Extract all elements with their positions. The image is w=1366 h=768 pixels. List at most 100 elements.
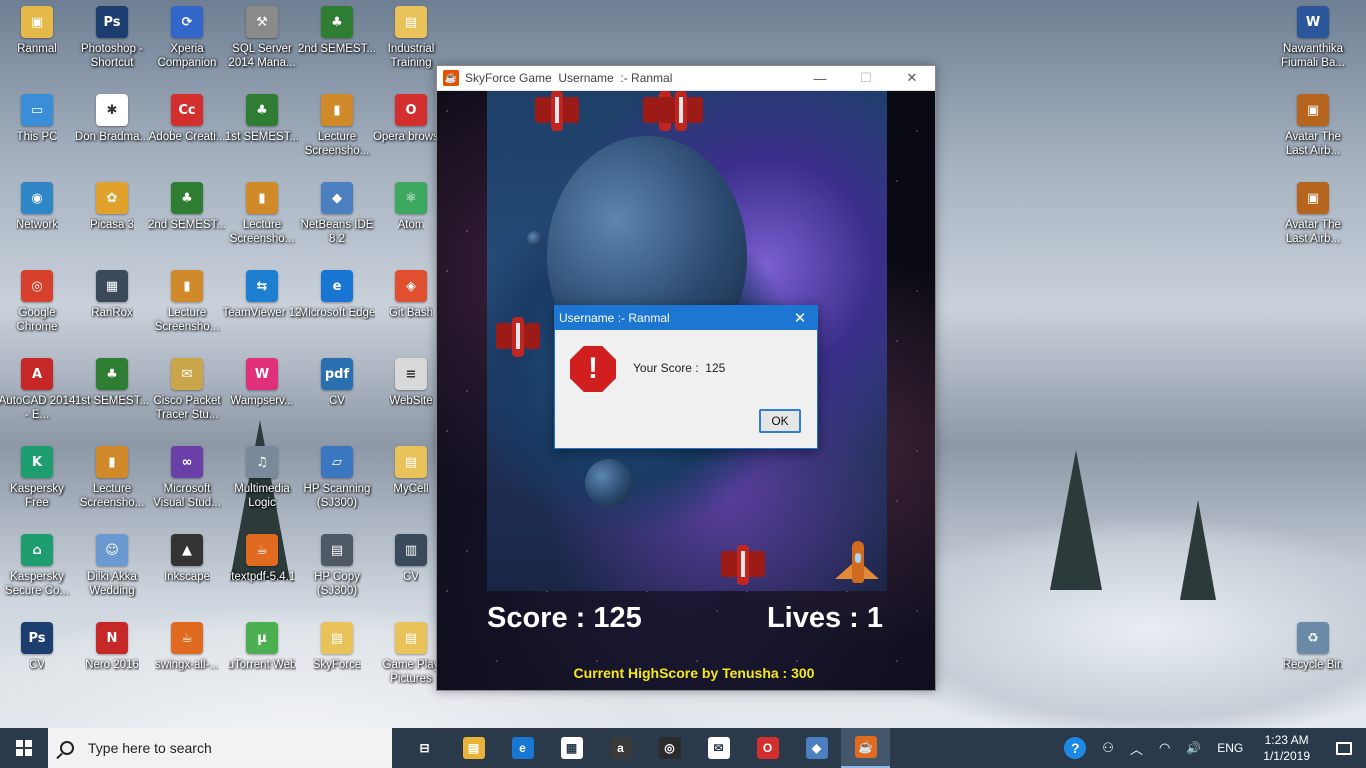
desktop-icon[interactable]: A AutoCAD 2014 - E... xyxy=(0,358,77,440)
desktop-icon[interactable]: ♣ 1st SEMEST... xyxy=(222,94,302,176)
atom-icon: ⚛ xyxy=(395,182,427,214)
desktop-icon[interactable]: ∞ Microsoft Visual Stud... xyxy=(147,446,227,528)
desktop-icon[interactable]: ▣ Avatar The Last Airb... xyxy=(1273,94,1353,176)
desktop-icon[interactable]: ▣ Ranmal xyxy=(0,6,77,88)
taskbar-app-netbeans[interactable]: ◆ xyxy=(792,728,841,768)
desktop-icon[interactable]: ☺ Dilki Akka Wedding xyxy=(72,534,152,616)
desktop-icon[interactable]: ✉ Cisco Packet Tracer Stu... xyxy=(147,358,227,440)
desktop-icon[interactable]: ▱ HP Scanning (SJ300) xyxy=(297,446,377,528)
desktop-icon[interactable]: ♫ Multimedia Logic xyxy=(222,446,302,528)
desktop-icon-label: Kaspersky Free xyxy=(10,483,64,509)
taskbar-app-opera[interactable]: O xyxy=(743,728,792,768)
desktop-icon[interactable]: ☕ itextpdf-5.4.1 xyxy=(222,534,302,616)
desktop-icon-label: Avatar The Last Airb... xyxy=(1285,131,1341,157)
lives-label: Lives : 1 xyxy=(766,602,883,634)
task-view-icon: ⊟ xyxy=(413,737,436,759)
document-icon: ≡ xyxy=(395,358,427,390)
desktop-icon[interactable]: W Wampserv... xyxy=(222,358,302,440)
desktop-icon-label: HP Scanning (SJ300) xyxy=(303,483,371,509)
desktop-icon-label: Adobe Creati... xyxy=(148,131,226,143)
desktop-icon[interactable]: ♣ 2nd SEMEST... xyxy=(147,182,227,264)
opera-icon: O xyxy=(756,737,779,759)
desktop-icon-label: Avatar The Last Airb... xyxy=(1285,219,1341,245)
language-indicator[interactable]: ENG xyxy=(1209,741,1251,755)
folder-icon: ▤ xyxy=(395,446,427,478)
wallpaper-tree xyxy=(1050,450,1102,590)
desktop-icon[interactable]: ▦ RanRox xyxy=(72,270,152,352)
desktop-icon-label: Kaspersky Secure Co... xyxy=(5,571,69,597)
desktop-icon[interactable]: N Nero 2016 xyxy=(72,622,152,704)
desktop-icon[interactable]: W Nawanthika Fiumali Ba... xyxy=(1273,6,1353,88)
taskbar-app-file-explorer[interactable]: ▤ xyxy=(449,728,498,768)
taskbar-app-store[interactable]: ▦ xyxy=(547,728,596,768)
netbeans-icon: ◆ xyxy=(321,182,353,214)
desktop-icon[interactable]: ▣ Avatar The Last Airb... xyxy=(1273,182,1353,264)
taskbar-app-tripadvisor[interactable]: ◎ xyxy=(645,728,694,768)
desktop-icon[interactable]: ♣ 1st SEMEST... xyxy=(72,358,152,440)
desktop-icon[interactable]: Cc Adobe Creati... xyxy=(147,94,227,176)
chevron-up-icon[interactable]: ︿ xyxy=(1122,739,1151,758)
desktop-icon[interactable]: ◆ NetBeans IDE 8.2 xyxy=(297,182,377,264)
desktop-icon[interactable]: µ uTorrent Web xyxy=(222,622,302,704)
desktop-icon[interactable]: pdf CV xyxy=(297,358,377,440)
desktop-icon[interactable]: e Microsoft Edge xyxy=(297,270,377,352)
kaspersky-icon: K xyxy=(21,446,53,478)
maximize-button[interactable]: ☐ xyxy=(843,66,889,91)
taskbar-app-amazon[interactable]: a xyxy=(596,728,645,768)
desktop-icon[interactable]: ⌂ Kaspersky Secure Co... xyxy=(0,534,77,616)
taskbar-search[interactable]: Type here to search xyxy=(48,728,392,768)
network-icon[interactable]: ◠ xyxy=(1151,740,1178,756)
desktop-icon[interactable]: ▮ Lecture Screensho... xyxy=(297,94,377,176)
taskbar-app-java[interactable]: ☕ xyxy=(841,728,890,768)
desktop-icon[interactable]: ▤ SkyForce xyxy=(297,622,377,704)
start-button[interactable] xyxy=(0,728,48,768)
tree-icon: ♣ xyxy=(321,6,353,38)
desktop-icon[interactable]: ▮ Lecture Screensho... xyxy=(147,270,227,352)
desktop-icon-label: SQL Server 2014 Mana... xyxy=(228,43,296,69)
desktop-icon[interactable]: ⟳ Xperia Companion xyxy=(147,6,227,88)
desktop-icon[interactable]: ⇆ TeamViewer 12 xyxy=(222,270,302,352)
desktop-icon[interactable]: ✿ Picasa 3 xyxy=(72,182,152,264)
help-button[interactable]: ? xyxy=(1056,737,1094,759)
people-icon[interactable]: ⚇ xyxy=(1094,740,1122,756)
amazon-icon: a xyxy=(609,737,632,759)
dialog-close-button[interactable]: ✕ xyxy=(783,306,817,330)
photoshop-file-icon: Ps xyxy=(21,622,53,654)
desktop-icon[interactable]: ☕ swingx-all-... xyxy=(147,622,227,704)
window-titlebar[interactable]: ☕ SkyForce Game Username :- Ranmal — ☐ ✕ xyxy=(437,66,935,91)
multimedia-icon: ♫ xyxy=(246,446,278,478)
desktop-icon[interactable]: ▮ Lecture Screensho... xyxy=(72,446,152,528)
desktop-icon[interactable]: ♣ 2nd SEMEST... xyxy=(297,6,377,88)
volume-icon[interactable]: 🔊 xyxy=(1178,741,1209,755)
close-button[interactable]: ✕ xyxy=(889,66,935,91)
desktop-icon[interactable]: ◉ Network xyxy=(0,182,77,264)
desktop-icon[interactable]: ♻ Recycle Bin xyxy=(1273,622,1353,704)
ok-button[interactable]: OK xyxy=(759,409,801,433)
desktop-icon[interactable]: Ps CV xyxy=(0,622,77,704)
desktop-icon[interactable]: ◎ Google Chrome xyxy=(0,270,77,352)
phone-folder-icon: ▮ xyxy=(246,182,278,214)
minimize-button[interactable]: — xyxy=(797,66,843,91)
dialog-titlebar[interactable]: Username :- Ranmal ✕ xyxy=(555,306,817,330)
notification-button[interactable] xyxy=(1322,728,1366,768)
desktop-icon[interactable]: ▮ Lecture Screensho... xyxy=(222,182,302,264)
desktop-icon[interactable]: ⚒ SQL Server 2014 Mana... xyxy=(222,6,302,88)
desktop-icon[interactable]: K Kaspersky Free xyxy=(0,446,77,528)
taskbar-app-mail[interactable]: ✉ xyxy=(694,728,743,768)
desktop-icon[interactable]: ✱ Don Bradma... xyxy=(72,94,152,176)
desktop-icon[interactable]: ▭ This PC xyxy=(0,94,77,176)
desktop-icon-label: Ranmal xyxy=(17,43,57,55)
desktop-icon-label: Cisco Packet Tracer Stu... xyxy=(153,395,221,421)
taskbar-app-edge[interactable]: e xyxy=(498,728,547,768)
desktop-icon-label: CV xyxy=(29,659,45,671)
desktop-icon-label: TeamViewer 12 xyxy=(222,307,302,319)
taskbar-app-task-view[interactable]: ⊟ xyxy=(400,728,449,768)
archive-icon: ▣ xyxy=(1297,94,1329,126)
folder-icon: ▤ xyxy=(321,622,353,654)
desktop-icon[interactable]: ▲ Inkscape xyxy=(147,534,227,616)
desktop-icon[interactable]: Ps Photoshop - Shortcut xyxy=(72,6,152,88)
clock[interactable]: 1:23 AM 1/1/2019 xyxy=(1251,732,1322,764)
tree-icon: ♣ xyxy=(171,182,203,214)
desktop-icon[interactable]: ▤ HP Copy (SJ300) xyxy=(297,534,377,616)
desktop-icon-label: Atom xyxy=(397,219,425,231)
